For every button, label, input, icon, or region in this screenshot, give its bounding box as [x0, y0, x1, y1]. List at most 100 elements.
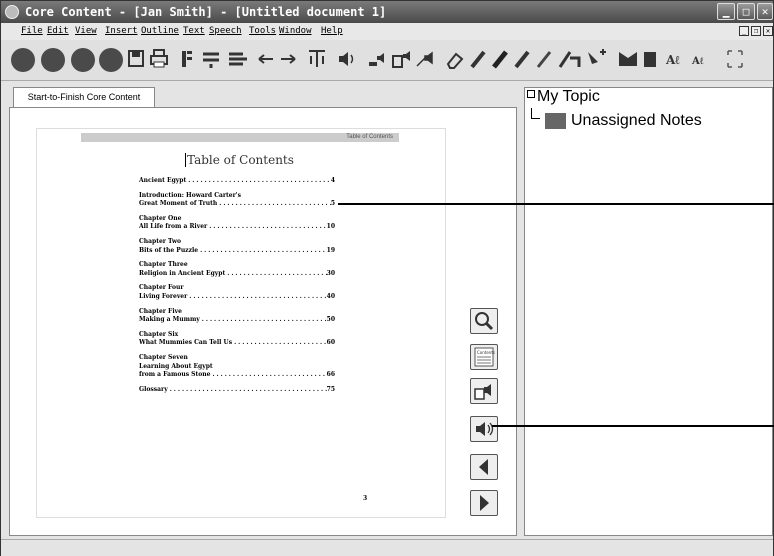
- menu-speech[interactable]: Speech: [209, 23, 242, 40]
- menu-help[interactable]: Help: [321, 23, 343, 40]
- menu-view[interactable]: View: [75, 23, 97, 40]
- maximize-button[interactable]: □: [737, 3, 755, 20]
- toc-page-number: 40: [326, 292, 335, 300]
- arrow-right-icon[interactable]: [279, 48, 297, 70]
- toc-entry-text: Ancient Egypt: [139, 177, 187, 184]
- outline-topic[interactable]: My Topic: [537, 88, 600, 106]
- toc-entry-text: Great Moment of Truth: [139, 200, 218, 208]
- app-icon[interactable]: [5, 5, 19, 19]
- toc-page-number: 30: [326, 269, 335, 277]
- search-button[interactable]: [470, 308, 498, 334]
- close-button[interactable]: ✕: [757, 3, 773, 20]
- toc-leader: ........................................…: [227, 269, 326, 277]
- arrow-left-icon[interactable]: [257, 48, 275, 70]
- toc-entry-line-last: All Life from a River...................…: [139, 223, 335, 232]
- menu-tools[interactable]: Tools: [249, 23, 276, 40]
- menu-text[interactable]: Text: [183, 23, 205, 40]
- menu-insert[interactable]: Insert: [105, 23, 138, 40]
- extract-icon[interactable]: [585, 48, 607, 70]
- status-bar: [1, 539, 773, 556]
- toc-page-number: 75: [326, 385, 335, 393]
- table-of-contents: Ancient Egypt...........................…: [139, 177, 335, 400]
- toc-page-number: 50: [326, 316, 335, 324]
- toc-page-number: 19: [326, 246, 335, 254]
- columns-icon[interactable]: [307, 48, 327, 70]
- menu-edit[interactable]: Edit: [47, 23, 69, 40]
- speak-page-button[interactable]: [470, 378, 498, 404]
- toc-leader: ........................................…: [200, 246, 327, 254]
- toc-entry-line: Learning About Egypt: [139, 363, 335, 372]
- speak-button[interactable]: [470, 416, 498, 442]
- mdi-close-button[interactable]: ✕: [763, 26, 773, 36]
- page-icon[interactable]: [179, 48, 195, 70]
- speaker-icon: [476, 422, 494, 436]
- toc-entry-text: Chapter Seven: [139, 353, 188, 361]
- toc-entry-text: Chapter Two: [139, 237, 182, 245]
- tool-circle-4-icon[interactable]: [99, 48, 123, 72]
- fullscreen-icon[interactable]: [725, 48, 745, 70]
- mdi-minimize-button[interactable]: _: [739, 26, 749, 36]
- outline-list-icon[interactable]: [227, 48, 249, 70]
- toc-entry-line: Chapter Four: [139, 284, 335, 293]
- toc-page-number: 5: [330, 200, 335, 208]
- collapse-toggle[interactable]: [527, 90, 535, 98]
- contents-button[interactable]: Contents: [470, 344, 498, 370]
- svg-text:Contents: Contents: [477, 350, 495, 355]
- toc-entry-line-last: Living Forever..........................…: [139, 293, 335, 302]
- tree-connector: [531, 108, 540, 119]
- tool-circle-2-icon[interactable]: [41, 48, 65, 72]
- speak-icon[interactable]: [337, 48, 357, 70]
- highlight-note-icon[interactable]: [557, 48, 581, 70]
- tool-circle-3-icon[interactable]: [71, 48, 95, 72]
- search-icon: [475, 312, 494, 331]
- speak-all-icon[interactable]: [415, 48, 437, 70]
- toc-entry: Ancient Egypt...........................…: [139, 177, 335, 186]
- speak-page-icon[interactable]: [391, 48, 413, 70]
- next-page-button[interactable]: [470, 490, 498, 516]
- mdi-restore-button[interactable]: ❐: [751, 26, 761, 36]
- tab-core-content[interactable]: Start-to-Finish Core Content: [13, 87, 155, 107]
- speak-page-icon: [474, 384, 491, 400]
- toc-entry: Chapter Six What Mummies Can Tell Us.....…: [139, 331, 335, 348]
- callout-line-speak-button: [492, 425, 774, 427]
- highlighter-1-icon[interactable]: [469, 48, 487, 70]
- toc-entry-line-last: Making a Mummy..........................…: [139, 316, 335, 325]
- toc-entry-line-last: Bits of the Puzzle......................…: [139, 247, 335, 256]
- bookmark-icon[interactable]: [617, 48, 639, 70]
- font-size-down-icon[interactable]: Aℓ: [691, 48, 713, 70]
- speak-selection-icon[interactable]: [367, 48, 389, 70]
- print-icon[interactable]: [149, 48, 169, 70]
- note-label: Unassigned Notes: [571, 112, 702, 129]
- toc-entry-line: Chapter Three: [139, 261, 335, 270]
- window-title: Core Content - [Jan Smith] - [Untitled d…: [25, 5, 387, 19]
- next-page-icon: [480, 495, 489, 511]
- font-size-up-icon[interactable]: Aℓ: [665, 48, 687, 70]
- menu-window[interactable]: Window: [279, 23, 312, 40]
- highlighter-2-icon[interactable]: [491, 48, 509, 70]
- page-title: Table of Contents: [185, 153, 294, 167]
- toc-entry: Chapter Four Living Forever..............…: [139, 284, 335, 301]
- eraser-icon[interactable]: [445, 48, 465, 70]
- tool-circle-1-icon[interactable]: [11, 48, 35, 72]
- highlighter-4-icon[interactable]: [535, 48, 553, 70]
- previous-page-button[interactable]: [470, 454, 498, 480]
- page-number: 3: [363, 495, 368, 502]
- toc-entry-line-last: What Mummies Can Tell Us................…: [139, 339, 335, 348]
- outline-move-icon[interactable]: [201, 48, 221, 70]
- book-page: Table of Contents Table of Contents Anci…: [36, 128, 446, 518]
- svg-text:Aℓ: Aℓ: [665, 53, 680, 67]
- minimize-button[interactable]: ▁: [717, 3, 735, 20]
- toc-leader: ........................................…: [189, 292, 326, 300]
- toc-entry: Chapter One All Life from a River........…: [139, 215, 335, 232]
- toc-entry: Chapter Five Making a Mummy..............…: [139, 308, 335, 325]
- toc-leader: ........................................…: [188, 177, 331, 184]
- toc-leader: ........................................…: [219, 200, 331, 208]
- toc-entry-line-last: Great Moment of Truth...................…: [139, 200, 335, 209]
- previous-page-icon: [479, 459, 488, 475]
- menu-outline[interactable]: Outline: [141, 23, 179, 40]
- toc-entry-line-last: Glossary................................…: [139, 386, 335, 395]
- highlighter-3-icon[interactable]: [513, 48, 531, 70]
- save-icon[interactable]: [127, 48, 145, 70]
- notebook-icon[interactable]: [641, 48, 659, 70]
- menu-file[interactable]: File: [21, 23, 43, 40]
